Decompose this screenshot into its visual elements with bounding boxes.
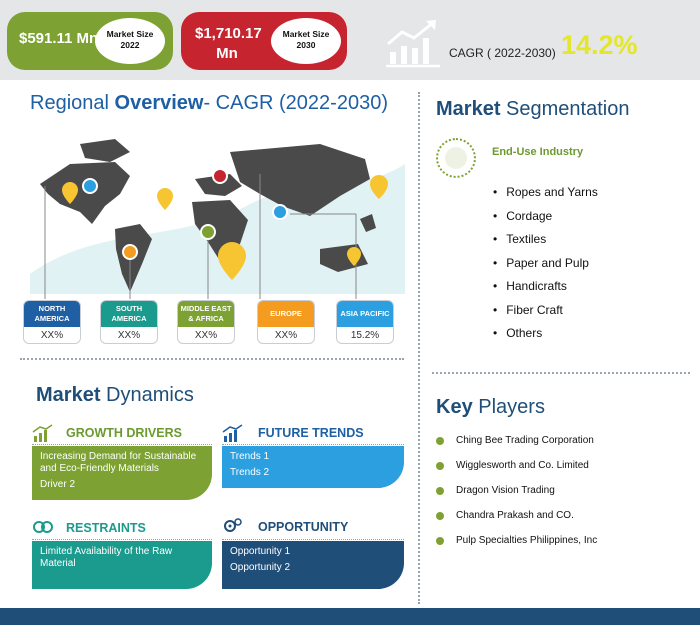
regional-title-prefix: Regional [30, 92, 115, 114]
growth-drivers-title: GROWTH DRIVERS [66, 426, 182, 440]
market-size-2022-label: Market Size 2022 [95, 18, 165, 64]
growth-drivers-rule [32, 444, 212, 445]
market-size-2030-value: $1,710.17 Mn [195, 24, 262, 64]
key-player-item: Wigglesworth and Co. Limited [436, 459, 597, 484]
restraints-icon [33, 521, 53, 533]
future-trend-item: Trends 1 [230, 451, 270, 462]
segment-item: Paper and Pulp [493, 255, 598, 279]
end-use-industry-label: End-Use Industry [492, 146, 584, 158]
region-name-line1: ASIA PACIFIC [340, 309, 390, 318]
market-size-2022-card: $591.11 Mn Market Size 2022 [7, 12, 173, 70]
key-player-item: Ching Bee Trading Corporation [436, 434, 597, 459]
region-card-south-america: SOUTH AMERICA XX% [100, 300, 158, 344]
region-label-asia-pacific: ASIA PACIFIC [337, 301, 393, 327]
key-player-item: Chandra Prakash and CO. [436, 509, 597, 534]
future-trends-box: Trends 1 Trends 2 [222, 446, 404, 488]
region-card-asia-pacific: ASIA PACIFIC 15.2% [336, 300, 394, 344]
region-value-europe: XX% [274, 330, 298, 341]
region-label-south-america: SOUTH AMERICA [101, 301, 157, 327]
future-trends-rule [222, 444, 404, 445]
key-player-item: Pulp Specialties Philippines, Inc [436, 534, 597, 559]
restraint-item: Limited Availability of the Raw Material [40, 546, 173, 569]
key-player-item: Dragon Vision Trading [436, 484, 597, 509]
section-divider-vertical [418, 92, 420, 604]
key-players-list: Ching Bee Trading Corporation Wiggleswor… [436, 434, 597, 559]
growth-driver-item: Driver 2 [40, 479, 76, 490]
market-size-2030-label-line2: 2030 [296, 40, 316, 50]
growth-driver-item: Increasing Demand for Sustainable and Ec… [40, 451, 197, 474]
region-value-north-america: XX% [40, 330, 64, 341]
market-size-2022-label-line2: 2022 [120, 40, 140, 50]
market-size-2030-card: $1,710.17 Mn Market Size 2030 [181, 12, 347, 70]
key-players-title-bold: Key [436, 396, 473, 418]
region-label-north-america: NORTH AMERICA [24, 301, 80, 327]
segment-item: Ropes and Yarns [493, 184, 598, 208]
section-divider-horizontal-right [432, 372, 690, 374]
segmentation-list: Ropes and Yarns Cordage Textiles Paper a… [493, 184, 598, 349]
market-segmentation-title: Market Segmentation [436, 98, 629, 121]
future-trends-title: FUTURE TRENDS [258, 426, 364, 440]
region-name-line1: EUROPE [270, 309, 302, 318]
cagr-value: 14.2% [561, 30, 638, 60]
growth-drivers-box: Increasing Demand for Sustainable and Ec… [32, 446, 212, 500]
cagr-label: CAGR ( 2022-2030) [449, 46, 556, 60]
segmentation-title-rest: Segmentation [500, 98, 630, 120]
opportunity-item: Opportunity 1 [230, 546, 291, 557]
growth-drivers-icon [32, 424, 53, 442]
segment-item: Fiber Craft [493, 302, 598, 326]
region-label-europe: EUROPE [258, 301, 314, 327]
segment-item: Textiles [493, 231, 598, 255]
region-name-line2: & AFRICA [188, 314, 224, 323]
segmentation-title-bold: Market [436, 98, 501, 120]
region-card-europe: EUROPE XX% [257, 300, 315, 344]
region-name-line1: MIDDLE EAST [180, 304, 232, 313]
opportunity-gear-icon [224, 518, 242, 532]
market-dynamics-title: Market Dynamics [36, 384, 194, 407]
segmentation-chart-icon [436, 138, 476, 178]
region-card-middle-east-africa: MIDDLE EAST & AFRICA XX% [177, 300, 235, 344]
section-divider-horizontal [20, 358, 404, 360]
market-size-2030-value-line2: Mn [216, 45, 238, 62]
opportunity-rule [222, 539, 404, 540]
region-name-line2: AMERICA [34, 314, 70, 323]
region-name-line1: SOUTH [115, 304, 143, 313]
segment-item: Handicrafts [493, 278, 598, 302]
opportunity-box: Opportunity 1 Opportunity 2 [222, 541, 404, 589]
dynamics-title-bold: Market [36, 384, 101, 406]
region-value-middle-east-africa: XX% [194, 330, 218, 341]
region-name-line2: AMERICA [111, 314, 147, 323]
footer-bar [0, 608, 700, 625]
restraints-rule [32, 539, 212, 540]
region-card-north-america: NORTH AMERICA XX% [23, 300, 81, 344]
region-label-middle-east-africa: MIDDLE EAST & AFRICA [178, 301, 234, 327]
market-size-2030-value-line1: $1,710.17 [195, 25, 262, 42]
world-map [30, 139, 405, 299]
opportunity-item: Opportunity 2 [230, 562, 291, 573]
market-size-2030-label: Market Size 2030 [271, 18, 341, 64]
regional-overview-title: Regional Overview- CAGR (2022-2030) [30, 92, 388, 115]
region-value-south-america: XX% [117, 330, 141, 341]
market-size-2022-value: $591.11 Mn [19, 30, 99, 47]
future-trends-icon [222, 424, 243, 442]
regional-title-suffix: - CAGR (2022-2030) [203, 92, 388, 114]
market-size-2030-label-line1: Market Size [282, 29, 330, 39]
restraints-title: RESTRAINTS [66, 521, 146, 535]
key-players-title: Key Players [436, 396, 545, 419]
region-value-asia-pacific: 15.2% [350, 330, 380, 341]
segment-item: Others [493, 325, 598, 349]
opportunity-title: OPPORTUNITY [258, 520, 349, 534]
restraints-box: Limited Availability of the Raw Material [32, 541, 212, 589]
key-players-title-rest: Players [472, 396, 545, 418]
region-name-line1: NORTH [38, 304, 66, 313]
future-trend-item: Trends 2 [230, 467, 270, 478]
regional-title-bold: Overview [114, 92, 204, 114]
market-size-2022-label-line1: Market Size [106, 29, 154, 39]
growth-chart-icon [386, 20, 440, 68]
dynamics-title-rest: Dynamics [100, 384, 194, 406]
segment-item: Cordage [493, 208, 598, 232]
